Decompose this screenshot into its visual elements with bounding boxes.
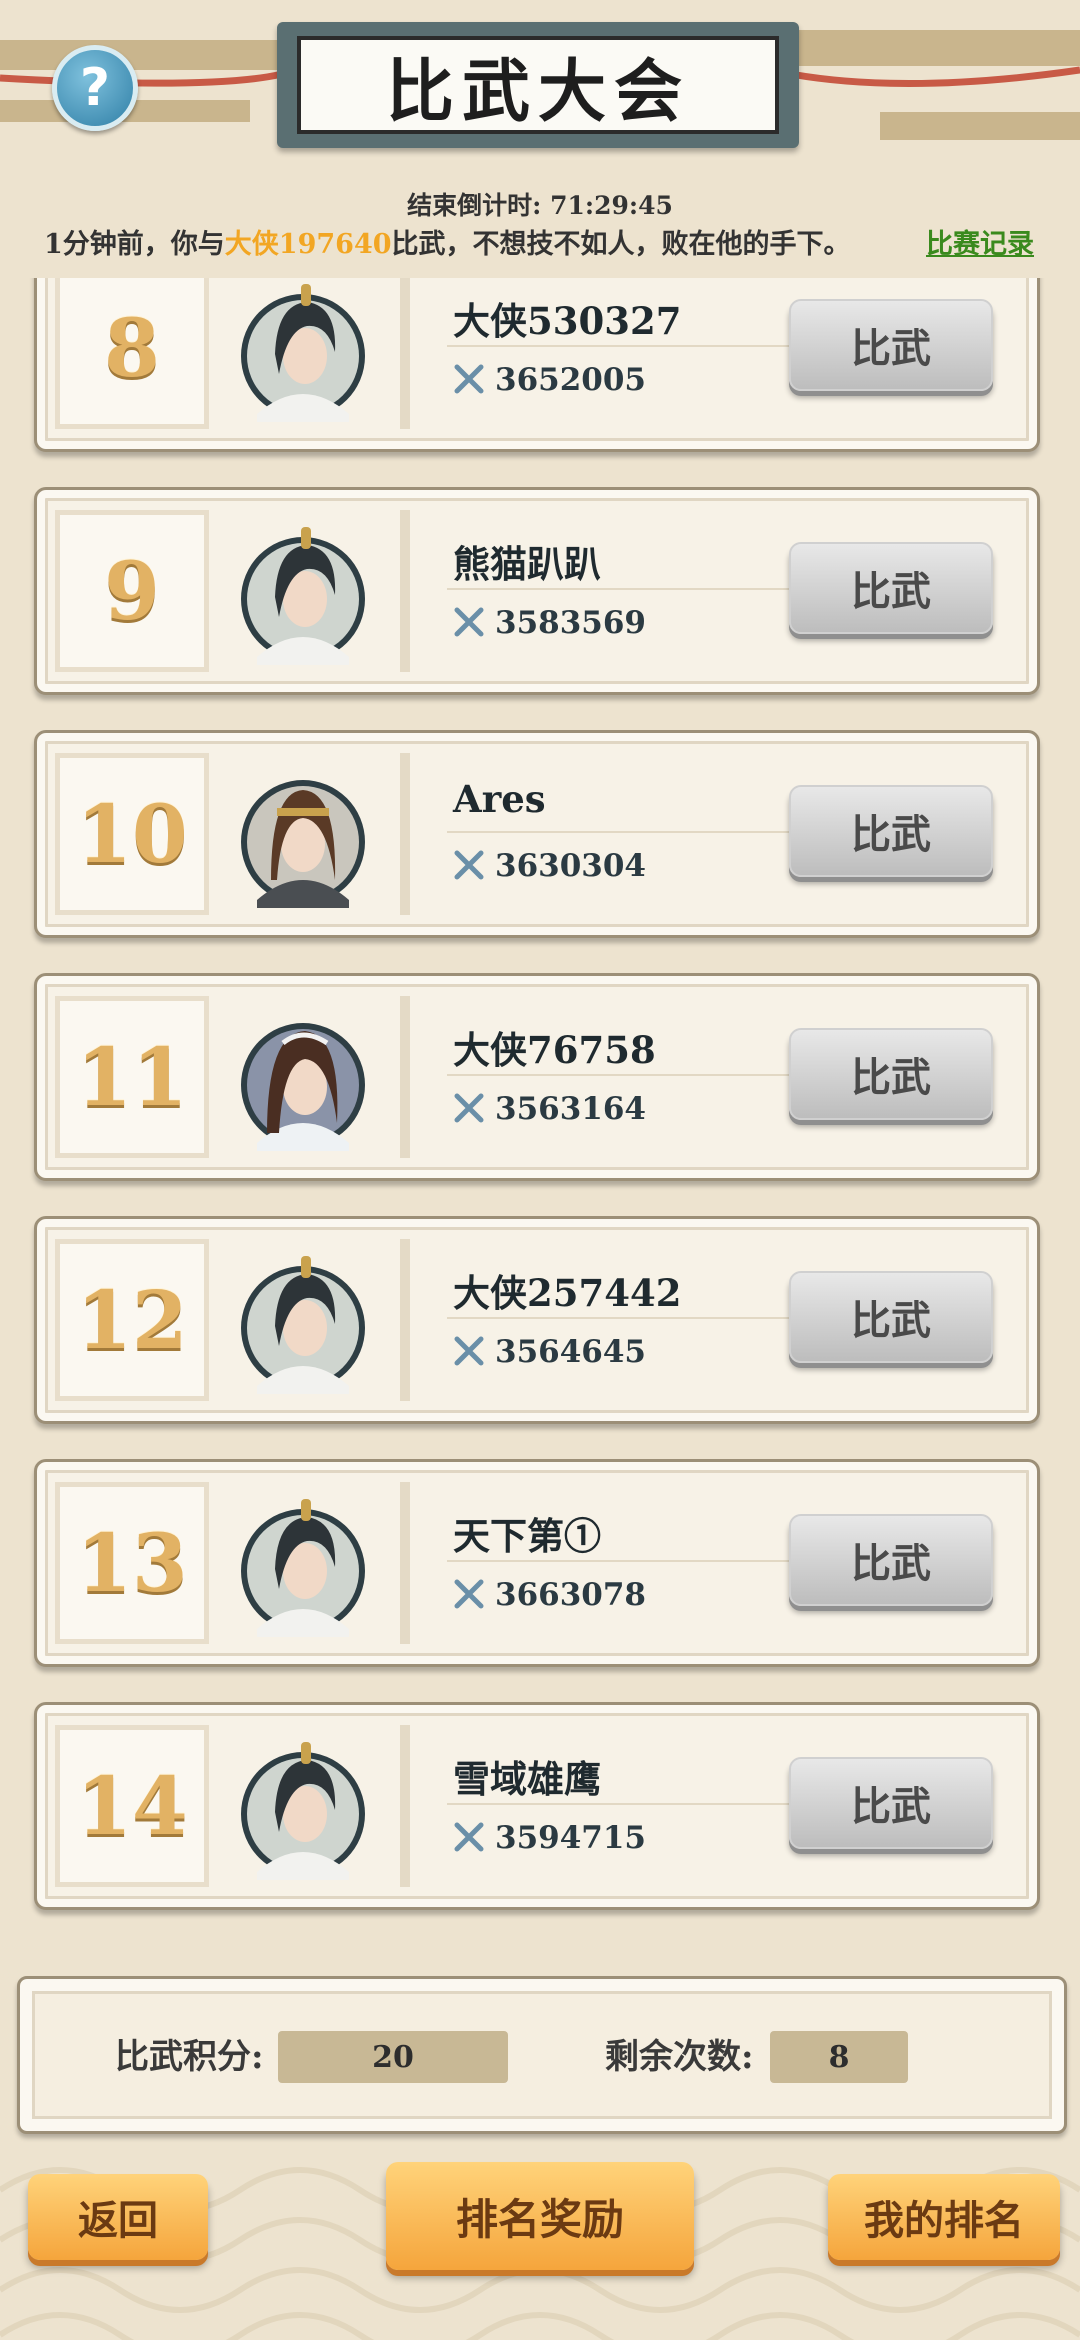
- name-underline: [447, 1317, 807, 1319]
- divider: [400, 753, 410, 915]
- score-value: 20: [278, 2031, 508, 2083]
- rank-number: 8: [55, 278, 209, 429]
- combat-power: 3663078: [453, 1577, 646, 1613]
- duel-button[interactable]: 比武: [789, 785, 993, 877]
- score-label: 比武积分:: [115, 2037, 264, 2077]
- combat-power: 3652005: [453, 362, 646, 398]
- divider: [400, 1482, 410, 1644]
- duel-button[interactable]: 比武: [789, 542, 993, 634]
- divider: [400, 996, 410, 1158]
- help-button[interactable]: ?: [52, 45, 138, 131]
- rank-number: 9: [55, 510, 209, 672]
- ranking-entry: 8 大侠530327 3652005 比武: [34, 278, 1040, 452]
- divider: [400, 278, 410, 429]
- ranking-entry: 10 Ares 3630304 比武: [34, 730, 1040, 938]
- player-name: 天下第①: [453, 1514, 601, 1558]
- topknot-swordsman-avatar-icon: [241, 527, 365, 665]
- ranking-entry: 9 熊猫趴趴 3583569 比武: [34, 487, 1040, 695]
- name-underline: [447, 1074, 807, 1076]
- countdown: 结束倒计时: 71:29:45: [0, 186, 1080, 222]
- combat-power-value: 3663078: [495, 1577, 646, 1613]
- player-name: 大侠530327: [453, 299, 682, 343]
- combat-power-value: 3563164: [495, 1091, 646, 1127]
- rank-number: 12: [55, 1239, 209, 1401]
- combat-power: 3564645: [453, 1334, 646, 1370]
- rank-number: 14: [55, 1725, 209, 1887]
- topknot-swordsman-avatar-icon: [241, 1499, 365, 1637]
- crossed-swords-icon: [454, 1822, 484, 1852]
- ranking-entry: 13 天下第① 3663078 比武: [34, 1459, 1040, 1667]
- remaining-value: 8: [770, 2031, 908, 2083]
- match-record-link[interactable]: 比赛记录: [926, 222, 1034, 261]
- ranking-entry: 12 大侠257442 3564645 比武: [34, 1216, 1040, 1424]
- name-underline: [447, 831, 807, 833]
- duel-button[interactable]: 比武: [789, 1757, 993, 1849]
- title-plaque: 比武大会: [277, 22, 799, 148]
- header: ? 比武大会: [0, 0, 1080, 185]
- combat-power: 3583569: [453, 605, 646, 641]
- crossed-swords-icon: [454, 1336, 484, 1366]
- combat-power: 3630304: [453, 848, 646, 884]
- divider: [400, 1239, 410, 1401]
- combat-power-value: 3564645: [495, 1334, 646, 1370]
- rank-number: 10: [55, 753, 209, 915]
- ranking-list[interactable]: 8 大侠530327 3652005 比武 9 熊猫趴趴 3583569 比武 …: [0, 278, 1080, 1958]
- back-button[interactable]: 返回: [28, 2174, 208, 2260]
- duel-button[interactable]: 比武: [789, 1271, 993, 1363]
- headband-warrior-avatar-icon: [241, 780, 365, 908]
- crossed-swords-icon: [454, 607, 484, 637]
- crossed-swords-icon: [454, 1579, 484, 1609]
- page-title: 比武大会: [297, 36, 779, 134]
- name-underline: [447, 1803, 807, 1805]
- combat-power-value: 3583569: [495, 605, 646, 641]
- crossed-swords-icon: [454, 850, 484, 880]
- long-hair-hero-avatar-icon: [241, 1023, 365, 1151]
- topknot-swordsman-avatar-icon: [241, 1256, 365, 1394]
- divider: [400, 1725, 410, 1887]
- question-icon: ?: [79, 58, 111, 118]
- name-underline: [447, 345, 807, 347]
- player-name: 大侠76758: [453, 1028, 656, 1072]
- ranking-rewards-button[interactable]: 排名奖励: [386, 2162, 694, 2270]
- topknot-swordsman-avatar-icon: [241, 1742, 365, 1880]
- crossed-swords-icon: [454, 1093, 484, 1123]
- player-name: 熊猫趴趴: [453, 542, 601, 586]
- name-underline: [447, 588, 807, 590]
- combat-power-value: 3630304: [495, 848, 646, 884]
- notice-prefix: 1分钟前，你与: [44, 229, 225, 260]
- remaining-label: 剩余次数:: [605, 2037, 754, 2077]
- combat-power-value: 3594715: [495, 1820, 646, 1856]
- player-name: 雪域雄鹰: [453, 1757, 601, 1801]
- notice-player[interactable]: 大侠197640: [225, 229, 392, 260]
- rank-number: 11: [55, 996, 209, 1158]
- rank-number: 13: [55, 1482, 209, 1644]
- countdown-label: 结束倒计时:: [407, 191, 542, 220]
- combat-power-value: 3652005: [495, 362, 646, 398]
- crossed-swords-icon: [454, 364, 484, 394]
- player-name: Ares: [453, 777, 546, 821]
- player-name: 大侠257442: [453, 1271, 682, 1315]
- countdown-value: 71:29:45: [550, 191, 673, 220]
- ranking-entry: 11 大侠76758 3563164 比武: [34, 973, 1040, 1181]
- combat-power: 3563164: [453, 1091, 646, 1127]
- duel-button[interactable]: 比武: [789, 1514, 993, 1606]
- duel-button[interactable]: 比武: [789, 1028, 993, 1120]
- notice-suffix: 比武，不想技不如人，败在他的手下。: [391, 229, 851, 260]
- my-ranking-button[interactable]: 我的排名: [828, 2174, 1060, 2260]
- name-underline: [447, 1560, 807, 1562]
- duel-button[interactable]: 比武: [789, 299, 993, 391]
- topknot-swordsman-avatar-icon: [241, 284, 365, 422]
- divider: [400, 510, 410, 672]
- combat-power: 3594715: [453, 1820, 646, 1856]
- stats-panel: 比武积分: 20 剩余次数: 8: [17, 1976, 1067, 2134]
- ranking-entry: 14 雪域雄鹰 3594715 比武: [34, 1702, 1040, 1910]
- battle-notice: 1分钟前，你与大侠197640比武，不想技不如人，败在他的手下。 比赛记录: [44, 222, 1044, 261]
